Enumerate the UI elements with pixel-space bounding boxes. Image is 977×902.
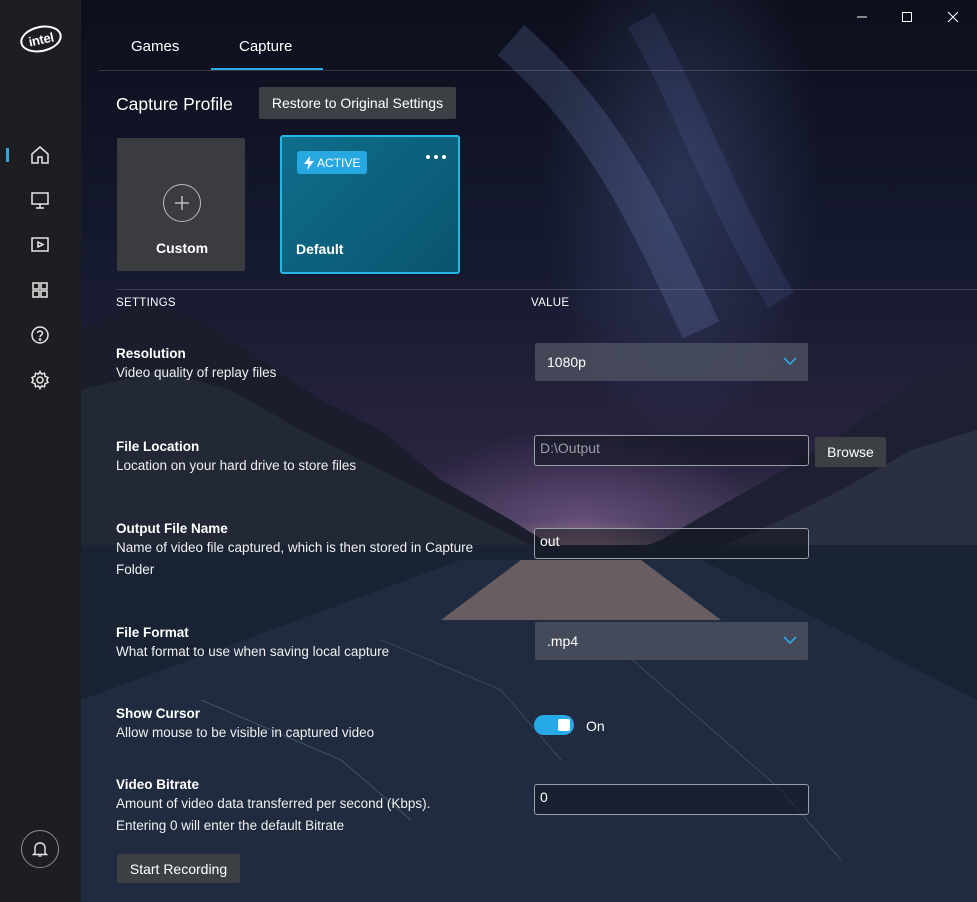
- profile-card-custom[interactable]: Custom: [117, 138, 245, 271]
- resolution-select[interactable]: 1080p: [535, 343, 808, 381]
- lightning-icon: [304, 155, 314, 170]
- file-location-desc: Location on your hard drive to store fil…: [116, 458, 357, 473]
- file-format-title: File Format: [116, 625, 189, 640]
- resolution-value: 1080p: [547, 354, 586, 370]
- restore-settings-button[interactable]: Restore to Original Settings: [259, 87, 456, 119]
- tab-active-underline: [211, 68, 323, 70]
- sidebar: intel: [0, 0, 81, 902]
- plus-icon: [163, 184, 201, 222]
- gear-icon[interactable]: [28, 368, 52, 392]
- home-icon[interactable]: [28, 143, 52, 167]
- apps-grid-icon[interactable]: [28, 278, 52, 302]
- start-recording-button[interactable]: Start Recording: [117, 854, 240, 883]
- minimize-icon: [857, 16, 867, 18]
- browse-button[interactable]: Browse: [815, 437, 886, 467]
- resolution-title: Resolution: [116, 346, 186, 361]
- value-column-header: VALUE: [531, 297, 570, 309]
- video-bitrate-input[interactable]: [534, 784, 809, 815]
- close-button[interactable]: [938, 5, 968, 29]
- chevron-down-icon: [783, 357, 797, 366]
- bell-icon: [32, 842, 48, 857]
- chevron-down-icon: [783, 636, 797, 645]
- profile-card-label: Custom: [156, 240, 209, 256]
- output-file-name-input[interactable]: [534, 528, 809, 559]
- maximize-button[interactable]: [892, 5, 922, 29]
- file-format-value: .mp4: [547, 633, 579, 649]
- settings-column-header: SETTINGS: [116, 297, 176, 309]
- file-format-select[interactable]: .mp4: [535, 622, 808, 660]
- show-cursor-toggle[interactable]: [534, 715, 574, 735]
- video-bitrate-desc-line2: Entering 0 will enter the default Bitrat…: [116, 818, 345, 833]
- capture-profile-title: Capture Profile: [116, 94, 233, 114]
- tab-capture[interactable]: Capture: [239, 38, 292, 55]
- show-cursor-desc: Allow mouse to be visible in captured vi…: [116, 725, 375, 740]
- video-bitrate-title: Video Bitrate: [116, 777, 200, 792]
- tab-bar: Games Capture: [99, 30, 977, 71]
- active-badge-text: ACTIVE: [317, 155, 361, 170]
- tab-games[interactable]: Games: [131, 38, 179, 55]
- toggle-knob: [558, 719, 570, 731]
- minimize-button[interactable]: [847, 5, 877, 29]
- profile-card-default[interactable]: ACTIVE Default: [280, 135, 460, 274]
- file-location-title: File Location: [116, 439, 200, 454]
- file-location-input[interactable]: [534, 435, 809, 466]
- intel-logo: intel: [17, 21, 65, 57]
- show-cursor-state: On: [586, 718, 605, 734]
- help-icon[interactable]: [28, 323, 52, 347]
- media-icon[interactable]: [28, 233, 52, 257]
- active-indicator: [6, 148, 9, 162]
- divider: [116, 289, 977, 290]
- maximize-icon: [902, 12, 912, 22]
- notifications-button[interactable]: [21, 830, 59, 868]
- close-icon: [947, 11, 959, 23]
- active-badge: ACTIVE: [297, 151, 368, 174]
- output-file-name-desc: Name of video file captured, which is th…: [116, 540, 474, 577]
- output-file-name-title: Output File Name: [116, 521, 228, 536]
- profile-card-label: Default: [296, 241, 344, 257]
- more-dots-icon[interactable]: [426, 155, 446, 159]
- video-bitrate-desc-line1: Amount of video data transferred per sec…: [116, 796, 431, 811]
- file-format-desc: What format to use when saving local cap…: [116, 644, 390, 659]
- resolution-desc: Video quality of replay files: [116, 365, 277, 380]
- logo-text: intel: [27, 29, 55, 49]
- show-cursor-title: Show Cursor: [116, 706, 201, 721]
- monitor-icon[interactable]: [28, 188, 52, 212]
